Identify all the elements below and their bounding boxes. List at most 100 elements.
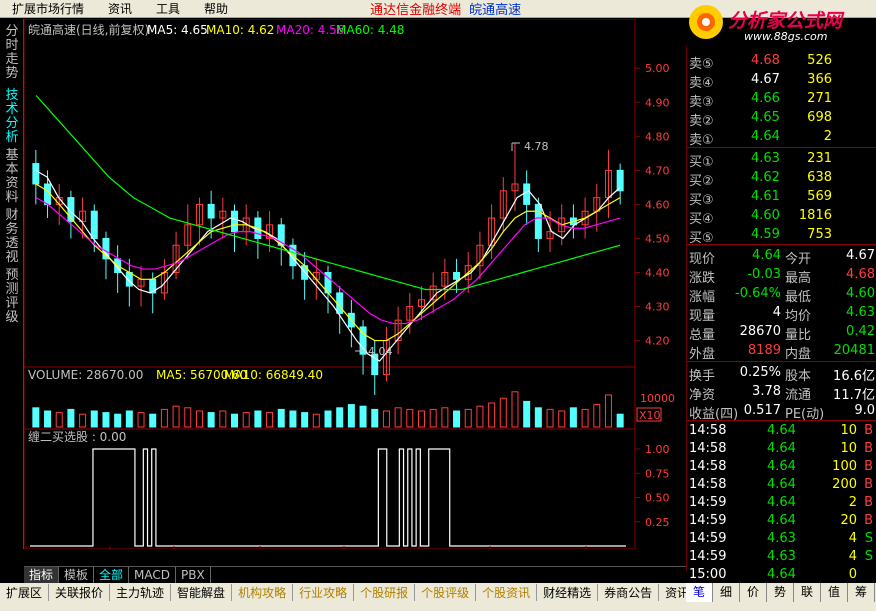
volume-bar xyxy=(511,391,519,428)
quote-tab[interactable]: 价 xyxy=(740,583,767,602)
function-tab[interactable]: 行业攻略 xyxy=(293,584,355,601)
candle-body xyxy=(44,183,52,205)
function-tab[interactable]: 扩展区 xyxy=(0,584,50,601)
volume-bar xyxy=(324,410,332,428)
bottom-tab[interactable]: PBX xyxy=(176,566,211,584)
function-tab[interactable]: 券商公告 xyxy=(598,584,660,601)
volume-bar xyxy=(558,410,566,428)
tick-price: 4.64 xyxy=(767,567,796,582)
tab-technical[interactable]: 技术分析 xyxy=(2,89,22,145)
fundamental-value: 16.6亿 xyxy=(833,369,875,384)
volume-bar xyxy=(79,413,87,428)
sell-volume: 2 xyxy=(823,129,832,144)
volume-bars xyxy=(32,391,624,428)
divider xyxy=(687,420,876,421)
function-tab[interactable]: 主力轨迹 xyxy=(110,584,172,601)
tick-price: 4.64 xyxy=(767,441,796,456)
tick-row: 14:59 4.64 2 B xyxy=(687,494,876,513)
tick-price: 4.64 xyxy=(767,513,796,528)
stat-row: 涨幅 -0.64% 最低 4.60 xyxy=(687,285,876,305)
function-tab[interactable]: 财经精选 xyxy=(537,584,599,601)
volume-bar xyxy=(417,410,425,428)
menu-extended-market[interactable]: 扩展市场行情 xyxy=(0,0,96,17)
sell-row: 卖④ 4.67 366 xyxy=(687,71,876,91)
tick-row: 14:58 4.64 10 B xyxy=(687,422,876,441)
bottom-tab[interactable]: 模板 xyxy=(59,566,95,584)
function-tab[interactable]: 智能解盘 xyxy=(171,584,233,601)
fundamental-value: 3.78 xyxy=(752,384,781,399)
volume-bar xyxy=(137,412,145,428)
signal-step-line xyxy=(30,448,626,547)
sell-volume: 698 xyxy=(807,110,832,125)
menu-tools[interactable]: 工具 xyxy=(144,0,192,17)
volume-bar xyxy=(523,400,531,428)
tab-basic-info[interactable]: 基本资料 xyxy=(2,149,22,205)
tick-row: 14:58 4.64 100 B xyxy=(687,458,876,477)
stat-value: 4.63 xyxy=(846,305,875,320)
quote-tab[interactable]: 势 xyxy=(767,583,794,602)
buy-volume: 753 xyxy=(807,227,832,242)
tick-price: 4.64 xyxy=(767,423,796,438)
bottom-tab[interactable]: 指标 xyxy=(24,566,60,584)
bottom-tab[interactable]: 全部 xyxy=(94,566,130,584)
indicator-tick-label: 0.50 xyxy=(645,492,670,505)
function-tab[interactable]: 机构攻略 xyxy=(232,584,294,601)
function-tab[interactable]: 关联报价 xyxy=(49,584,111,601)
volume-bar xyxy=(277,408,285,428)
bottom-function-bar: 扩展区 关联报价 主力轨迹 智能解盘 机构攻略 行业攻略 个股研报 个股评级 个股资讯 财经精选券… xyxy=(0,583,721,602)
function-tab[interactable]: 个股资讯 xyxy=(476,584,538,601)
volume-bar xyxy=(125,410,133,428)
tab-financial[interactable]: 财务透视 xyxy=(2,209,22,265)
stat-row: 总量 28670 量比 0.42 xyxy=(687,323,876,343)
quote-tab[interactable]: 细 xyxy=(713,583,740,602)
y-tick-label: 4.30 xyxy=(645,301,670,314)
volume-bar xyxy=(55,412,63,428)
status-bar xyxy=(0,602,876,611)
volume-bar xyxy=(359,405,367,428)
volume-bar xyxy=(476,405,484,428)
tab-forecast[interactable]: 预测评级 xyxy=(2,269,22,325)
chart-stock-name: 皖通高速(日线,前复权) xyxy=(28,22,149,37)
candle-body xyxy=(534,203,542,239)
stat-label: 总量 xyxy=(689,328,716,343)
tick-row: 14:59 4.63 4 S xyxy=(687,530,876,549)
quote-tab[interactable]: 笔 xyxy=(686,583,713,602)
tick-volume: 4 xyxy=(848,549,857,564)
stock-title: 皖通高速 xyxy=(469,3,522,18)
quote-tab[interactable]: 筹 xyxy=(848,583,875,602)
fundamental-row: 收益(四) 0.517 PE(动) 9.0 xyxy=(687,402,876,422)
candle-body xyxy=(90,210,98,239)
candle-body xyxy=(231,210,239,233)
function-tab[interactable]: 个股评级 xyxy=(415,584,477,601)
volume-bar xyxy=(534,407,542,428)
stat-row: 现量 4 均价 4.63 xyxy=(687,304,876,324)
chart-area[interactable]: 皖通高速(日线,前复权) MA5: 4.65 MA10: 4.62 MA20: … xyxy=(23,18,685,566)
stat-label: 均价 xyxy=(785,309,812,324)
ma-line-ma60 xyxy=(35,95,621,291)
stat-value: -0.03 xyxy=(747,267,781,282)
menu-help[interactable]: 帮助 xyxy=(192,0,240,17)
quote-tab[interactable]: 值 xyxy=(821,583,848,602)
tick-volume: 10 xyxy=(840,423,857,438)
tab-intraday[interactable]: 分时走势 xyxy=(2,25,22,81)
volume-bar xyxy=(289,410,297,428)
bottom-tab[interactable]: MACD xyxy=(129,566,177,584)
volume-bar xyxy=(464,408,472,428)
tick-side: B xyxy=(864,459,873,474)
buy-row: 买① 4.63 231 xyxy=(687,150,876,170)
tick-price: 4.64 xyxy=(767,459,796,474)
quote-tab[interactable]: 联 xyxy=(794,583,821,602)
stat-label: 现量 xyxy=(689,309,716,324)
buy-row: 买② 4.62 638 xyxy=(687,169,876,189)
stat-label: 最低 xyxy=(785,290,812,305)
ma60-label: MA60: 4.48 xyxy=(336,23,404,37)
function-tab[interactable]: 个股研报 xyxy=(354,584,416,601)
stat-row: 外盘 8189 内盘 20481 xyxy=(687,342,876,362)
buy-volume: 569 xyxy=(807,189,832,204)
tick-price: 4.64 xyxy=(767,477,796,492)
stat-label: 内盘 xyxy=(785,347,812,362)
kline-chart[interactable]: 皖通高速(日线,前复权) MA5: 4.65 MA10: 4.62 MA20: … xyxy=(23,18,685,566)
menu-info[interactable]: 资讯 xyxy=(96,0,144,17)
volume-bar xyxy=(312,413,320,428)
y-tick-label: 4.40 xyxy=(645,266,670,279)
